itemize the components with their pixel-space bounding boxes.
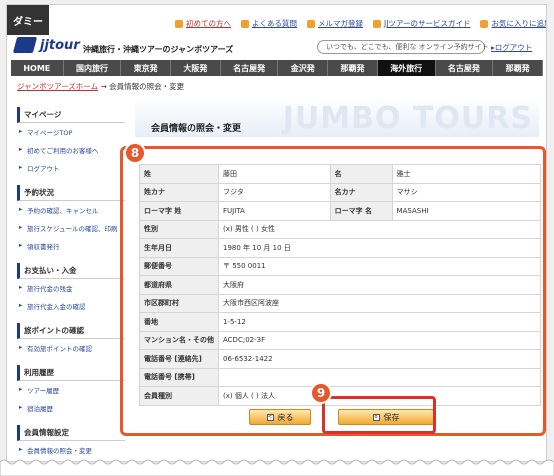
step-9-highlight: [322, 396, 436, 434]
sidebar-group-title: 予約状況: [17, 185, 125, 201]
nav-tab[interactable]: 大阪発: [171, 60, 221, 76]
nav-tab[interactable]: 那覇発: [493, 60, 543, 76]
logout-link[interactable]: ▸ログアウト: [491, 42, 532, 53]
link-bullet-icon: [175, 19, 183, 28]
top-link-label: お気に入りに追加: [491, 19, 547, 28]
breadcrumb: ジャンボツアーズホーム → 会員情報の照会・変更: [17, 81, 184, 92]
top-link-label: JJツアーのサービスガイド: [384, 19, 471, 28]
top-link[interactable]: JJツアーのサービスガイド: [373, 18, 470, 29]
sidebar-group-title: 会員情報設定: [17, 425, 125, 441]
top-link[interactable]: お気に入りに追加: [480, 18, 547, 29]
step-8-badge: 8: [124, 142, 146, 164]
nav-tab[interactable]: 名古屋発: [221, 60, 279, 76]
sidebar-item[interactable]: 初めてご利用のお客様へ: [17, 141, 125, 159]
brand-name: jjtour: [40, 37, 80, 53]
top-link-label: よくある質問: [252, 19, 297, 28]
breadcrumb-separator: →: [100, 82, 107, 91]
top-link-label: 初めての方へ: [186, 19, 231, 28]
sidebar-item[interactable]: 領収書発行: [17, 237, 125, 255]
site-tagline: 沖縄旅行・沖縄ツアーのジャンボツアーズ: [83, 45, 234, 54]
global-nav: HOME 国内旅行 東京発 大阪発 名古屋発 金沢発 那覇発 海外旅行 名古屋発 那覇発: [11, 60, 543, 76]
sidebar-item[interactable]: 旅行スケジュールの確認、印刷: [17, 219, 125, 237]
nav-tab[interactable]: 国内旅行: [64, 60, 122, 76]
content-header: JUMBO TOURS 会員情報の照会・変更: [135, 97, 539, 137]
sidebar-item[interactable]: 有効旅ポイントの確認: [17, 339, 125, 357]
nav-tab[interactable]: 那覇発: [328, 60, 378, 76]
top-link[interactable]: 初めての方へ: [175, 18, 231, 29]
dummy-label: ダミー: [7, 5, 49, 35]
link-bullet-icon: [373, 19, 381, 28]
nav-tab[interactable]: 海外旅行: [377, 60, 436, 76]
link-bullet-icon: [241, 19, 249, 28]
top-links: 初めての方へ よくある質問 メルマガ登録 JJツアーのサービスガイド お気に入りに追加: [175, 18, 547, 29]
top-link[interactable]: メルマガ登録: [307, 18, 363, 29]
logo-mark-icon: [12, 37, 38, 53]
sidebar-item[interactable]: 旅行代金入金の確認: [17, 297, 125, 315]
breadcrumb-home-link[interactable]: ジャンボツアーズホーム: [17, 82, 98, 91]
sidebar-item[interactable]: マイページTOP: [17, 123, 125, 141]
sidebar: マイページマイページTOP初めてご利用のお客様へログアウト予約状況予約の確認、キ…: [17, 99, 125, 461]
sidebar-group-title: 利用履歴: [17, 365, 125, 381]
sidebar-item[interactable]: ログアウト: [17, 159, 125, 177]
sidebar-item[interactable]: 宿泊履歴: [17, 399, 125, 417]
nav-tab[interactable]: 名古屋発: [436, 60, 494, 76]
sidebar-item[interactable]: ツアー履歴: [17, 381, 125, 399]
sidebar-group-title: 旅ポイントの確認: [17, 323, 125, 339]
site-logo[interactable]: jjtour: [12, 37, 80, 53]
sidebar-group-title: マイページ: [17, 107, 125, 123]
nav-tab[interactable]: 東京発: [121, 60, 172, 76]
torn-edge: [0, 459, 554, 476]
sidebar-group-title: お支払い・入金: [17, 263, 125, 279]
top-link-label: メルマガ登録: [318, 19, 363, 28]
breadcrumb-current: 会員情報の照会・変更: [109, 82, 185, 91]
header-watermark: JUMBO TOURS: [282, 101, 533, 136]
sidebar-item[interactable]: 予約の確認、キャンセル: [17, 201, 125, 219]
step-9-badge: 9: [310, 382, 332, 404]
site-search-box[interactable]: いつでも、どこでも、便利な オンライン予約サイト: [317, 40, 489, 54]
link-bullet-icon: [480, 19, 489, 28]
sidebar-item[interactable]: 会員情報の照会・変更: [17, 441, 125, 459]
sidebar-item[interactable]: 旅行代金の残金: [17, 279, 125, 297]
nav-tab[interactable]: HOME: [11, 60, 64, 76]
page-title: 会員情報の照会・変更: [151, 124, 242, 134]
nav-tab[interactable]: 金沢発: [278, 60, 329, 76]
step-8-highlight: [120, 146, 546, 436]
screenshot-frame: ダミー 初めての方へ よくある質問 メルマガ登録 JJツアーのサービスガイド お気に入り…: [0, 0, 554, 476]
top-link[interactable]: よくある質問: [241, 18, 297, 29]
link-bullet-icon: [307, 19, 315, 28]
